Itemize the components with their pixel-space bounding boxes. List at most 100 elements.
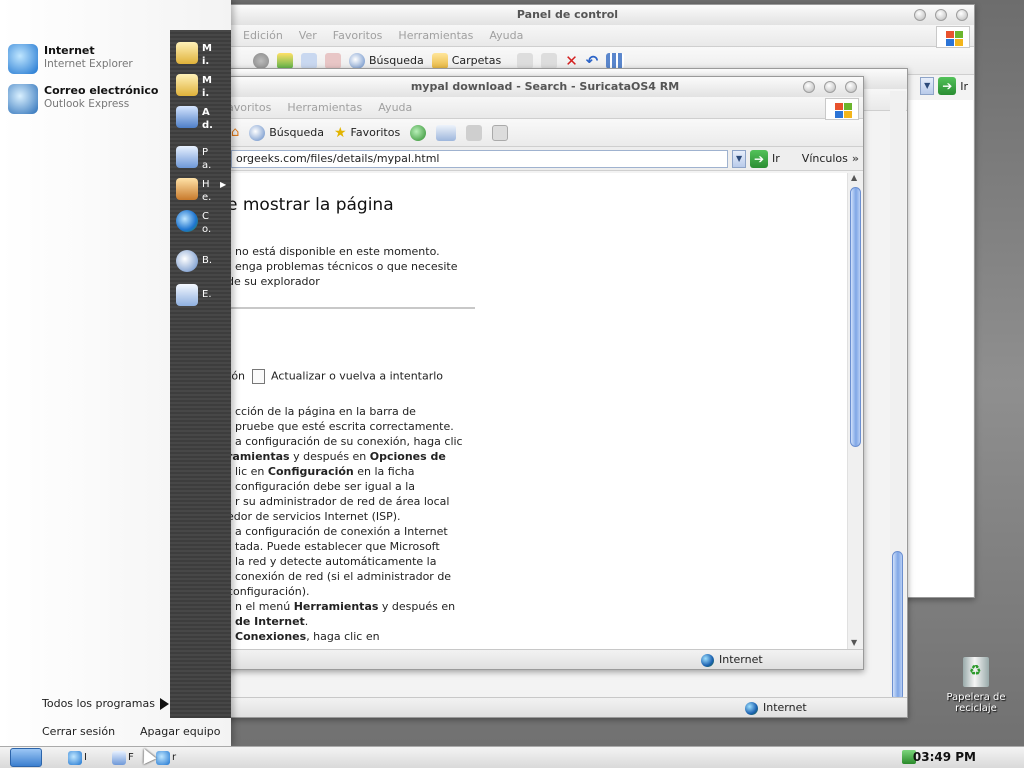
places-item-run[interactable]: E.: [176, 284, 214, 306]
printers-icon: [176, 178, 198, 200]
places-label: B.: [202, 255, 213, 266]
menu-edicion[interactable]: Edición: [243, 29, 283, 42]
step-line: n el menú Herramientas y después en: [235, 600, 456, 613]
address-dropdown[interactable]: ▼: [732, 149, 747, 168]
search-icon: [349, 52, 365, 69]
shutdown-button[interactable]: Apagar equipo: [140, 725, 220, 738]
scroll-thumb[interactable]: [850, 187, 861, 447]
places-item-printers[interactable]: He. ▶: [176, 178, 226, 204]
places-label: Mi.: [202, 75, 212, 99]
go-icon[interactable]: ➔: [938, 77, 957, 95]
links-button[interactable]: Vínculos: [802, 152, 848, 165]
step-line: la red y detecte automáticamente la: [235, 555, 437, 568]
menu-ayuda[interactable]: Ayuda: [378, 101, 412, 114]
outlook-express-icon: [8, 84, 38, 114]
history-icon[interactable]: [410, 124, 427, 141]
address-dropdown[interactable]: ▼: [920, 77, 935, 95]
scroll-down-icon[interactable]: ▼: [851, 638, 857, 647]
places-item-documents[interactable]: Mi.: [176, 42, 214, 68]
menu-ver[interactable]: Ver: [299, 29, 317, 42]
status-bar: Internet: [227, 649, 863, 669]
menu-bar: Edición Ver Favoritos Herramientas Ayuda: [161, 25, 974, 48]
pinned-internet[interactable]: Internet Internet Explorer: [8, 44, 133, 74]
edit-icon[interactable]: [492, 124, 509, 141]
search-button[interactable]: Búsqueda: [349, 52, 424, 69]
folders-label: Carpetas: [451, 54, 502, 67]
move-icon[interactable]: [301, 52, 317, 69]
places-label: He.: [202, 179, 212, 203]
chevron-right-icon[interactable]: »: [852, 152, 859, 165]
globe-icon: [745, 701, 758, 715]
address-field[interactable]: orgeeks.com/files/details/mypal.html: [231, 149, 729, 168]
computer-icon: [176, 106, 198, 128]
all-programs-button[interactable]: Todos los programas: [42, 697, 155, 710]
go-icon[interactable]: ➔: [750, 149, 769, 168]
error-text-line: no está disponible en este momento.: [235, 245, 440, 258]
control-panel-icon: [176, 146, 198, 168]
error-text-line: enga problemas técnicos o que necesite: [235, 260, 458, 273]
divider: [227, 307, 475, 309]
vertical-scrollbar[interactable]: ▲ ▼: [847, 173, 863, 649]
menu-herramientas[interactable]: Herramientas: [398, 29, 473, 42]
folders-button[interactable]: Carpetas: [431, 52, 502, 69]
move-to-icon[interactable]: [517, 52, 534, 69]
window-titlebar[interactable]: Panel de control: [161, 5, 974, 25]
taskbar-item[interactable]: r: [156, 749, 176, 766]
maximize-button[interactable]: [935, 9, 947, 21]
places-item-connect[interactable]: Co.: [176, 210, 214, 236]
minimize-button[interactable]: [914, 9, 926, 21]
delete-folder-icon[interactable]: [325, 52, 341, 69]
refresh-line: tón Actualizar o vuelva a intentarlo: [227, 369, 443, 384]
places-item-control-panel[interactable]: Pa.: [176, 146, 214, 172]
page-content: e mostrar la página no está disponible e…: [227, 173, 847, 649]
close-button[interactable]: [956, 9, 968, 21]
window-titlebar[interactable]: mypal download - Search - SuricataOS4 RM: [227, 77, 863, 97]
internet-explorer-icon: [8, 44, 38, 74]
delete-icon[interactable]: ✕: [565, 52, 578, 70]
go-label[interactable]: Ir: [772, 152, 780, 165]
step-line: pruebe que esté escrita correctamente.: [235, 420, 454, 433]
pinned-subtitle: Internet Explorer: [44, 58, 133, 70]
scroll-thumb[interactable]: [892, 551, 903, 701]
taskbar-item-label: F: [128, 752, 134, 763]
minimize-button[interactable]: [803, 81, 815, 93]
copy-to-icon[interactable]: [541, 52, 558, 69]
chevron-right-icon: ▶: [220, 180, 227, 189]
places-item-computer[interactable]: Ad.: [176, 106, 214, 132]
print-icon[interactable]: [466, 124, 483, 141]
step-line: configuración).: [227, 585, 310, 598]
menu-favoritos[interactable]: avoritos: [227, 101, 271, 114]
home-icon[interactable]: ⌂: [231, 125, 239, 140]
menu-favoritos[interactable]: Favoritos: [333, 29, 383, 42]
start-button[interactable]: [10, 748, 42, 767]
forward-icon[interactable]: [253, 52, 269, 69]
places-item-pictures[interactable]: Mi.: [176, 74, 214, 100]
pinned-email[interactable]: Correo electrónico Outlook Express: [8, 84, 158, 114]
close-button[interactable]: [845, 81, 857, 93]
views-icon[interactable]: [606, 52, 625, 69]
favorites-button[interactable]: ★ Favoritos: [334, 125, 400, 141]
taskbar-item[interactable]: I: [68, 749, 87, 766]
up-folder-icon[interactable]: [277, 52, 293, 69]
globe-icon: [701, 653, 714, 667]
address-go: ▼ ➔ Ir: [920, 77, 968, 95]
menu-ayuda[interactable]: Ayuda: [489, 29, 523, 42]
logoff-button[interactable]: Cerrar sesión: [42, 725, 115, 738]
recycle-bin[interactable]: Papelera de reciclaje: [940, 656, 1012, 714]
step-line: Conexiones, haga clic en: [235, 630, 380, 643]
places-item-search[interactable]: B.: [176, 250, 214, 272]
scroll-up-icon[interactable]: ▲: [851, 173, 857, 182]
maximize-button[interactable]: [824, 81, 836, 93]
taskbar-item[interactable]: F: [112, 749, 134, 766]
search-button[interactable]: Búsqueda: [249, 124, 324, 141]
mail-icon[interactable]: [436, 124, 457, 141]
vertical-scrollbar[interactable]: [890, 91, 906, 701]
places-label: Mi.: [202, 43, 212, 67]
step-line: configuración debe ser igual a la: [235, 480, 416, 493]
menu-bar: avoritos Herramientas Ayuda: [227, 97, 863, 120]
refresh-page-icon: [251, 369, 265, 384]
menu-herramientas[interactable]: Herramientas: [287, 101, 362, 114]
undo-icon[interactable]: ↶: [586, 52, 599, 70]
go-label[interactable]: Ir: [960, 80, 968, 93]
pinned-title: Internet: [44, 44, 95, 57]
